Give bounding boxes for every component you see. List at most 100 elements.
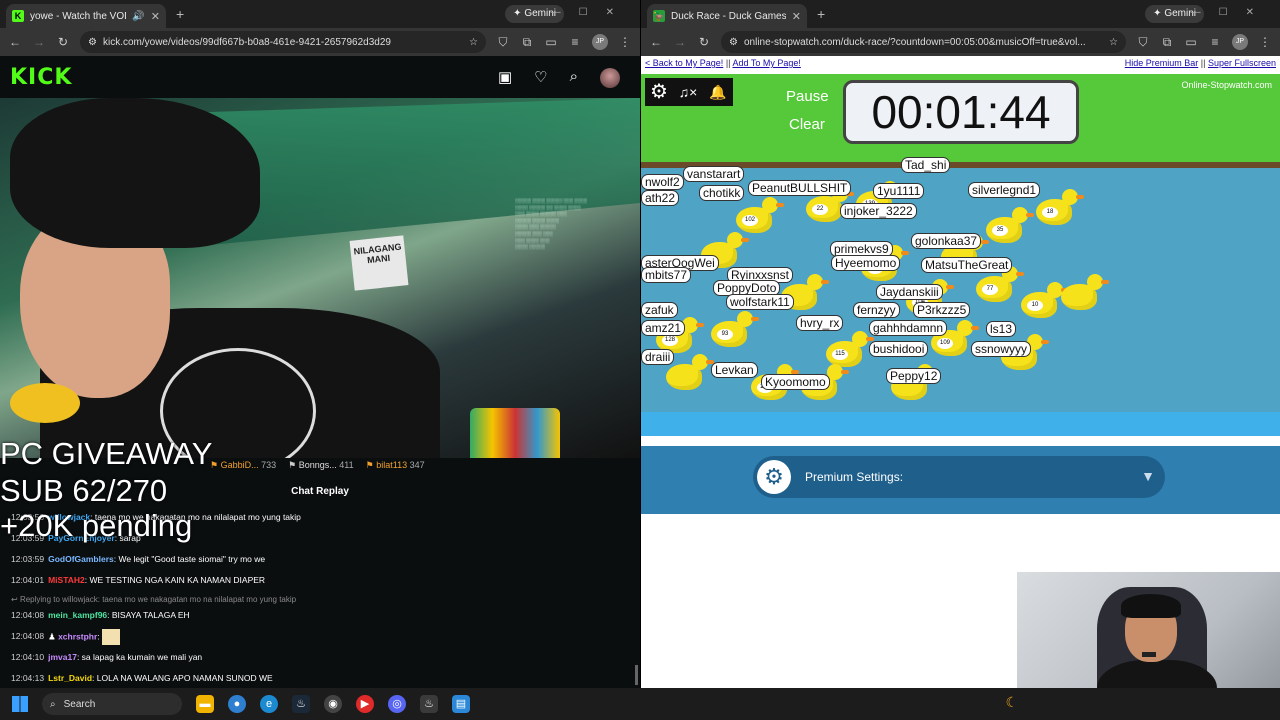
duck-name-tag: bushidooi [869, 341, 929, 357]
address-bar[interactable]: ⚙ kick.com/yowe/videos/99df667b-b0a8-461… [80, 31, 486, 53]
windows-start-icon[interactable] [12, 696, 28, 712]
duck-name-tag: hvry_rx [796, 315, 844, 331]
duck-name-tag: Tad_shi [901, 157, 951, 173]
menu-icon[interactable]: ⋮ [618, 35, 632, 49]
giveaway-overlay: PC GIVEAWAY [0, 436, 213, 471]
settings-gear-icon[interactable]: ⚙ [645, 78, 673, 106]
kick-tab[interactable]: K yowe - Watch the VOD on K 🔊 ✕ [6, 4, 166, 28]
right-toolbar: ← → ↻ ⚙ online-stopwatch.com/duck-race/?… [641, 28, 1280, 56]
cog-icon: ⚙ [757, 460, 791, 494]
duck-race-tab[interactable]: 🦆 Duck Race - Duck Games ✕ [647, 4, 807, 28]
hide-premium-bar-link[interactable]: Hide Premium Bar [1125, 58, 1199, 68]
shield-icon[interactable]: ⛉ [1136, 35, 1150, 50]
bookmark-star-icon[interactable]: ☆ [469, 37, 478, 48]
duck-name-tag: wolfstark11 [726, 294, 794, 310]
duck-name-tag: 1yu1111 [873, 183, 925, 199]
super-fullscreen-link[interactable]: Super Fullscreen [1208, 58, 1276, 68]
back-to-my-page-link[interactable]: < Back to My Page! [645, 58, 723, 68]
media-icon[interactable]: ≡ [568, 35, 582, 49]
new-tab-button[interactable]: + [176, 6, 184, 22]
link-bar: < Back to My Page! || Add To My Page! Hi… [641, 58, 1280, 74]
taskbar-search[interactable]: ⌕ Search [42, 693, 182, 715]
close-tab-icon[interactable]: ✕ [151, 10, 160, 23]
user-avatar[interactable] [600, 68, 620, 88]
obs-icon[interactable]: ◉ [324, 695, 342, 713]
close-tab-icon[interactable]: ✕ [792, 10, 801, 23]
duck-name-tag: Peppy12 [886, 368, 942, 384]
racing-duck: 18 [1036, 189, 1084, 225]
media-player-icon[interactable]: ▶ [356, 695, 374, 713]
drink-bottles [470, 408, 560, 458]
reply-context[interactable]: ↩ Replying to willowjack: taena mo we na… [11, 594, 631, 608]
window-controls[interactable]: —☐✕ [551, 7, 632, 18]
kick-browser-window: K yowe - Watch the VOD on K 🔊 ✕ + ✦ Gemi… [0, 0, 640, 688]
edge-icon[interactable]: e [260, 695, 278, 713]
duck-number: 102 [742, 215, 758, 226]
chat-message: 12:04:10 jmva17: sa lapag ka kumain we ma… [11, 652, 203, 662]
reload-icon[interactable]: ↻ [56, 35, 70, 49]
heart-icon[interactable]: ♡ [534, 68, 547, 88]
steam-app-icon[interactable]: ♨ [420, 695, 438, 713]
reload-icon[interactable]: ↻ [697, 35, 711, 49]
duck-name-tag: MatsuTheGreat [921, 257, 1013, 273]
chrome-icon[interactable]: ● [228, 695, 246, 713]
video-player[interactable]: NILAGANG MANI ░░░░░ ░░░░ ░░░░░ ░░░ ░░░░ ░… [0, 98, 640, 458]
forward-icon[interactable]: → [673, 35, 687, 49]
chat-message: 12:03:59 GodOfGamblers: We legit "Good ta… [11, 554, 266, 564]
extensions-icon[interactable]: ⧉ [520, 35, 534, 50]
bookmark-star-icon[interactable]: ☆ [1109, 37, 1118, 48]
racing-duck: 10 [1021, 282, 1069, 318]
duck-name-tag: draiii [641, 349, 675, 365]
duck-number: 10 [1027, 300, 1043, 311]
chat-replay-title: Chat Replay [291, 486, 349, 497]
notepad-icon[interactable]: ▤ [452, 695, 470, 713]
media-icon[interactable]: ≡ [1208, 35, 1222, 49]
duck-name-tag: fernzyy [853, 302, 900, 318]
site-info-icon[interactable]: ⚙ [88, 37, 97, 48]
chat-scrollbar[interactable] [635, 665, 638, 685]
countdown-timer: 00:01:44 [843, 80, 1079, 144]
racing-duck: 115 [826, 331, 874, 367]
pause-button[interactable]: Pause [786, 88, 829, 105]
racing-duck: 93 [711, 311, 759, 347]
discord-icon[interactable]: ◎ [388, 695, 406, 713]
kick-logo[interactable]: KICK [10, 65, 72, 90]
supporter-1[interactable]: ⚑ GabbiD... 733 [210, 460, 276, 471]
profile-avatar[interactable]: JP [592, 34, 608, 50]
duck-number: 128 [662, 335, 678, 346]
duck-number: 115 [832, 349, 848, 360]
night-light-icon[interactable]: ☾ [1005, 694, 1018, 711]
address-bar[interactable]: ⚙ online-stopwatch.com/duck-race/?countd… [721, 31, 1126, 53]
duck-name-tag: Hyeemomo [831, 255, 901, 271]
steam-icon[interactable]: ♨ [292, 695, 310, 713]
add-to-my-page-link[interactable]: Add To My Page! [733, 58, 801, 68]
speaker-icon[interactable]: 🔊 [132, 11, 144, 22]
windows-taskbar: ⌕ Search ▬ ● e ♨ ◉ ▶ ◎ ♨ ▤ ☾ [0, 688, 1280, 720]
cast-icon[interactable]: ▭ [1184, 35, 1198, 49]
back-icon[interactable]: ← [649, 35, 663, 49]
racing-duck: 22 [806, 186, 854, 222]
menu-icon[interactable]: ⋮ [1258, 35, 1272, 49]
sound-icon[interactable]: 🔔 [703, 78, 733, 106]
supporter-2[interactable]: ⚑ Bonngs... 411 [288, 460, 353, 471]
shield-icon[interactable]: ⛉ [496, 35, 510, 50]
clear-button[interactable]: Clear [789, 116, 825, 133]
window-controls[interactable]: —☐✕ [1191, 7, 1272, 18]
profile-avatar[interactable]: JP [1232, 34, 1248, 50]
forward-icon[interactable]: → [32, 35, 46, 49]
chevron-down-icon[interactable]: ▼ [1141, 468, 1155, 484]
cast-icon[interactable]: ▭ [544, 35, 558, 49]
music-off-icon[interactable]: ♫× [673, 78, 703, 106]
chat-message: 12:04:01 MiSTAH2: WE TESTING NGA KAIN KA … [11, 575, 266, 585]
site-info-icon[interactable]: ⚙ [729, 37, 738, 48]
search-icon[interactable]: ⌕ [570, 68, 578, 88]
new-tab-button[interactable]: + [817, 6, 825, 22]
back-icon[interactable]: ← [8, 35, 22, 49]
supporter-3[interactable]: ⚑ bilat113 347 [366, 460, 425, 471]
file-explorer-icon[interactable]: ▬ [196, 695, 214, 713]
duck-name-tag: vanstarart [683, 166, 745, 182]
library-icon[interactable]: ▣ [498, 68, 512, 88]
extensions-icon[interactable]: ⧉ [1160, 35, 1174, 50]
duck-name-tag: gahhhdamnn [869, 320, 948, 336]
premium-settings-toggle[interactable]: ⚙ Premium Settings: ▼ [753, 456, 1165, 498]
